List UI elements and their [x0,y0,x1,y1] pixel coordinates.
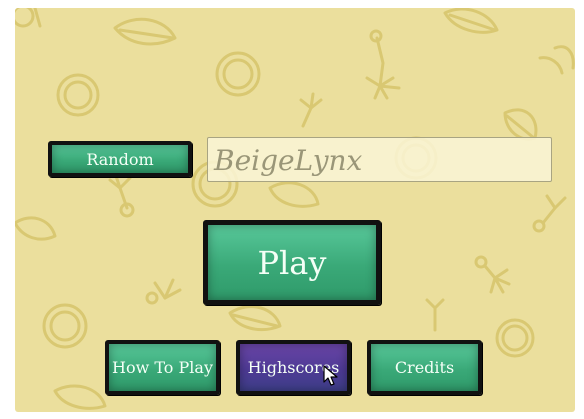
leaf-icon [15,216,57,241]
sprout-icon [541,206,557,225]
sprout-icon [375,36,385,88]
player-name-field[interactable]: BeigeLynx [207,137,552,182]
how-to-play-button[interactable]: How To Play [105,340,220,395]
game-screen: Random BeigeLynx Play How To Play Highsc… [0,0,584,419]
credits-button[interactable]: Credits [367,340,482,395]
leaf-icon [53,384,107,410]
mouse-pointer-icon [323,365,338,386]
sprout-icon [483,264,497,280]
sprout-icon [301,106,313,128]
leaf-icon [268,181,320,208]
play-button[interactable]: Play [203,220,381,305]
random-name-button[interactable]: Random [48,141,192,177]
